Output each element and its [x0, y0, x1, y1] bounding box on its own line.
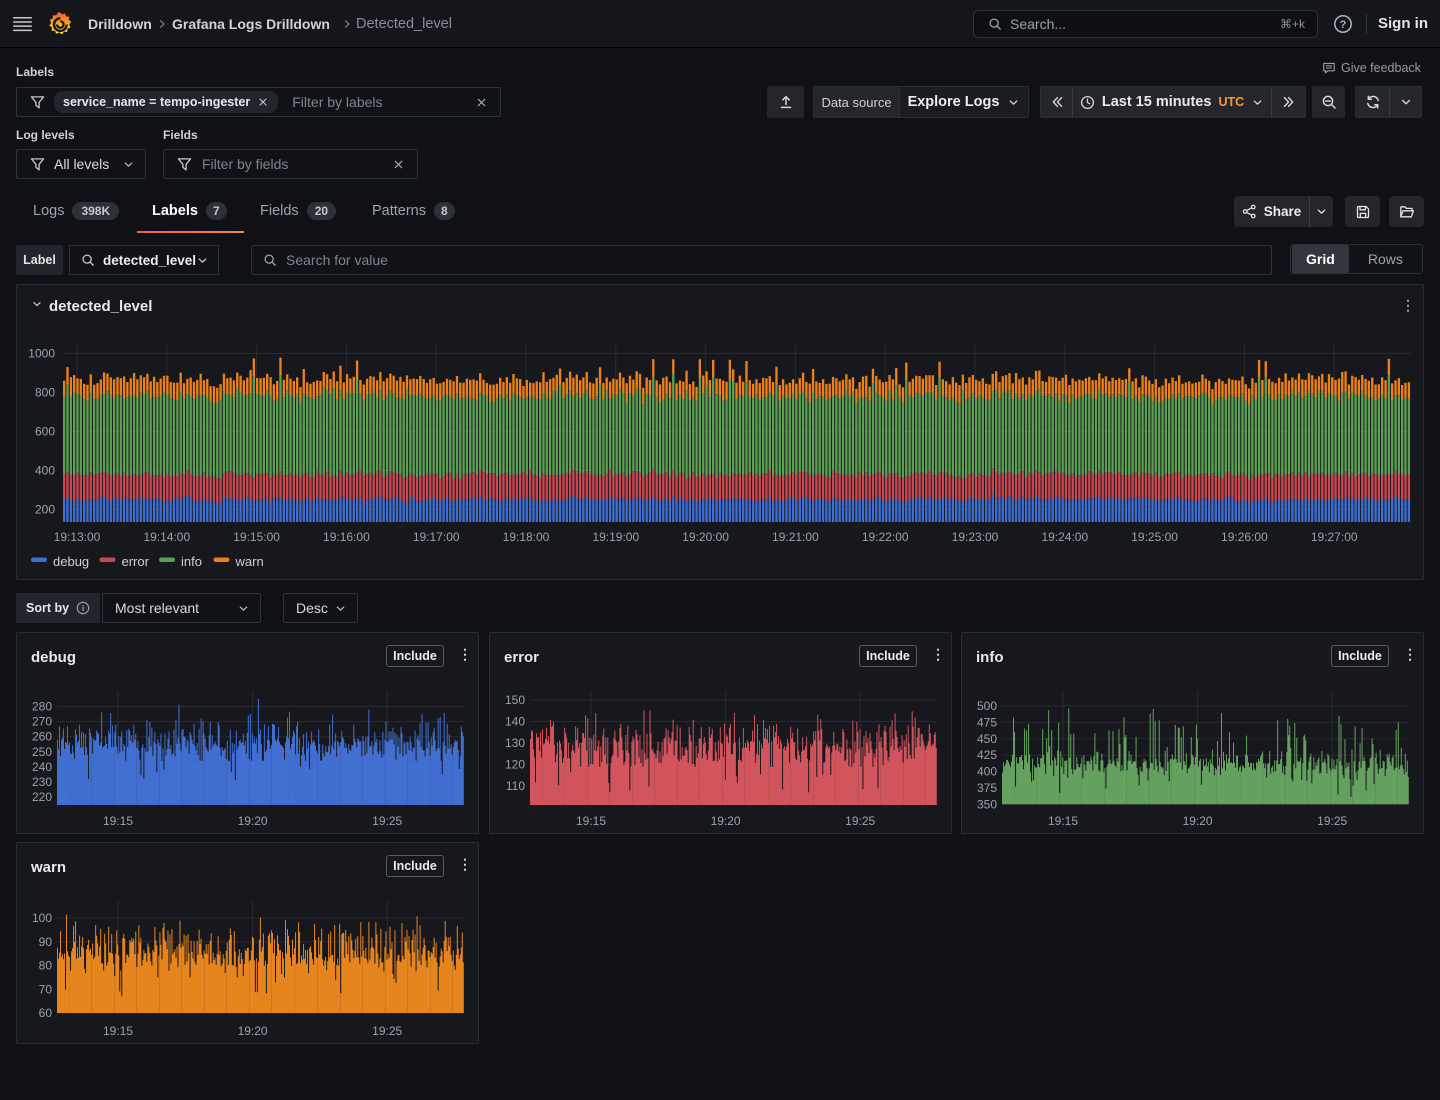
- svg-text:19:21:00: 19:21:00: [772, 530, 819, 544]
- svg-text:19:26:00: 19:26:00: [1221, 530, 1268, 544]
- svg-text:error: error: [122, 554, 150, 569]
- svg-text:19:16:00: 19:16:00: [323, 530, 370, 544]
- svg-text:19:25: 19:25: [845, 814, 875, 828]
- svg-text:19:20: 19:20: [238, 814, 268, 828]
- svg-text:19:19:00: 19:19:00: [592, 530, 639, 544]
- svg-text:270: 270: [32, 715, 52, 729]
- svg-text:19:20:00: 19:20:00: [682, 530, 729, 544]
- svg-text:130: 130: [505, 736, 525, 750]
- svg-text:120: 120: [505, 758, 525, 772]
- svg-text:240: 240: [32, 760, 52, 774]
- svg-text:warn: warn: [235, 554, 264, 569]
- svg-text:19:14:00: 19:14:00: [143, 530, 190, 544]
- svg-text:100: 100: [32, 911, 52, 925]
- svg-text:60: 60: [39, 1006, 53, 1020]
- svg-text:info: info: [181, 554, 202, 569]
- svg-text:140: 140: [505, 715, 525, 729]
- svg-text:150: 150: [505, 693, 525, 707]
- svg-text:600: 600: [35, 425, 55, 439]
- svg-text:19:20: 19:20: [1183, 814, 1213, 828]
- svg-text:375: 375: [977, 781, 997, 795]
- svg-text:19:20: 19:20: [711, 814, 741, 828]
- svg-text:19:22:00: 19:22:00: [862, 530, 909, 544]
- svg-text:19:15:00: 19:15:00: [233, 530, 280, 544]
- svg-text:19:15: 19:15: [1048, 814, 1078, 828]
- svg-text:200: 200: [35, 503, 55, 517]
- svg-text:260: 260: [32, 730, 52, 744]
- svg-text:19:25: 19:25: [372, 814, 402, 828]
- svg-text:800: 800: [35, 386, 55, 400]
- svg-text:450: 450: [977, 732, 997, 746]
- svg-text:110: 110: [506, 779, 525, 793]
- svg-text:19:25: 19:25: [372, 1024, 402, 1038]
- svg-text:19:20: 19:20: [238, 1024, 268, 1038]
- svg-text:280: 280: [32, 700, 52, 714]
- svg-text:220: 220: [32, 790, 52, 804]
- svg-text:350: 350: [977, 797, 997, 811]
- svg-text:19:24:00: 19:24:00: [1041, 530, 1088, 544]
- svg-text:19:17:00: 19:17:00: [413, 530, 460, 544]
- svg-text:250: 250: [32, 745, 52, 759]
- svg-text:19:18:00: 19:18:00: [503, 530, 550, 544]
- svg-text:19:23:00: 19:23:00: [952, 530, 999, 544]
- svg-text:19:25: 19:25: [1317, 814, 1347, 828]
- svg-text:500: 500: [977, 699, 997, 713]
- svg-text:80: 80: [39, 959, 53, 973]
- svg-text:400: 400: [35, 464, 55, 478]
- svg-text:?: ?: [1340, 19, 1347, 31]
- svg-text:475: 475: [977, 715, 997, 729]
- svg-text:19:15: 19:15: [103, 814, 133, 828]
- svg-text:425: 425: [977, 748, 997, 762]
- svg-text:19:27:00: 19:27:00: [1311, 530, 1358, 544]
- svg-text:19:13:00: 19:13:00: [54, 530, 101, 544]
- svg-text:debug: debug: [53, 554, 89, 569]
- svg-text:19:15: 19:15: [103, 1024, 133, 1038]
- svg-text:19:15: 19:15: [576, 814, 606, 828]
- svg-text:1000: 1000: [28, 347, 55, 361]
- svg-text:19:25:00: 19:25:00: [1131, 530, 1178, 544]
- svg-text:230: 230: [32, 775, 52, 789]
- svg-text:70: 70: [39, 982, 53, 996]
- svg-text:90: 90: [39, 935, 53, 949]
- svg-text:400: 400: [977, 765, 997, 779]
